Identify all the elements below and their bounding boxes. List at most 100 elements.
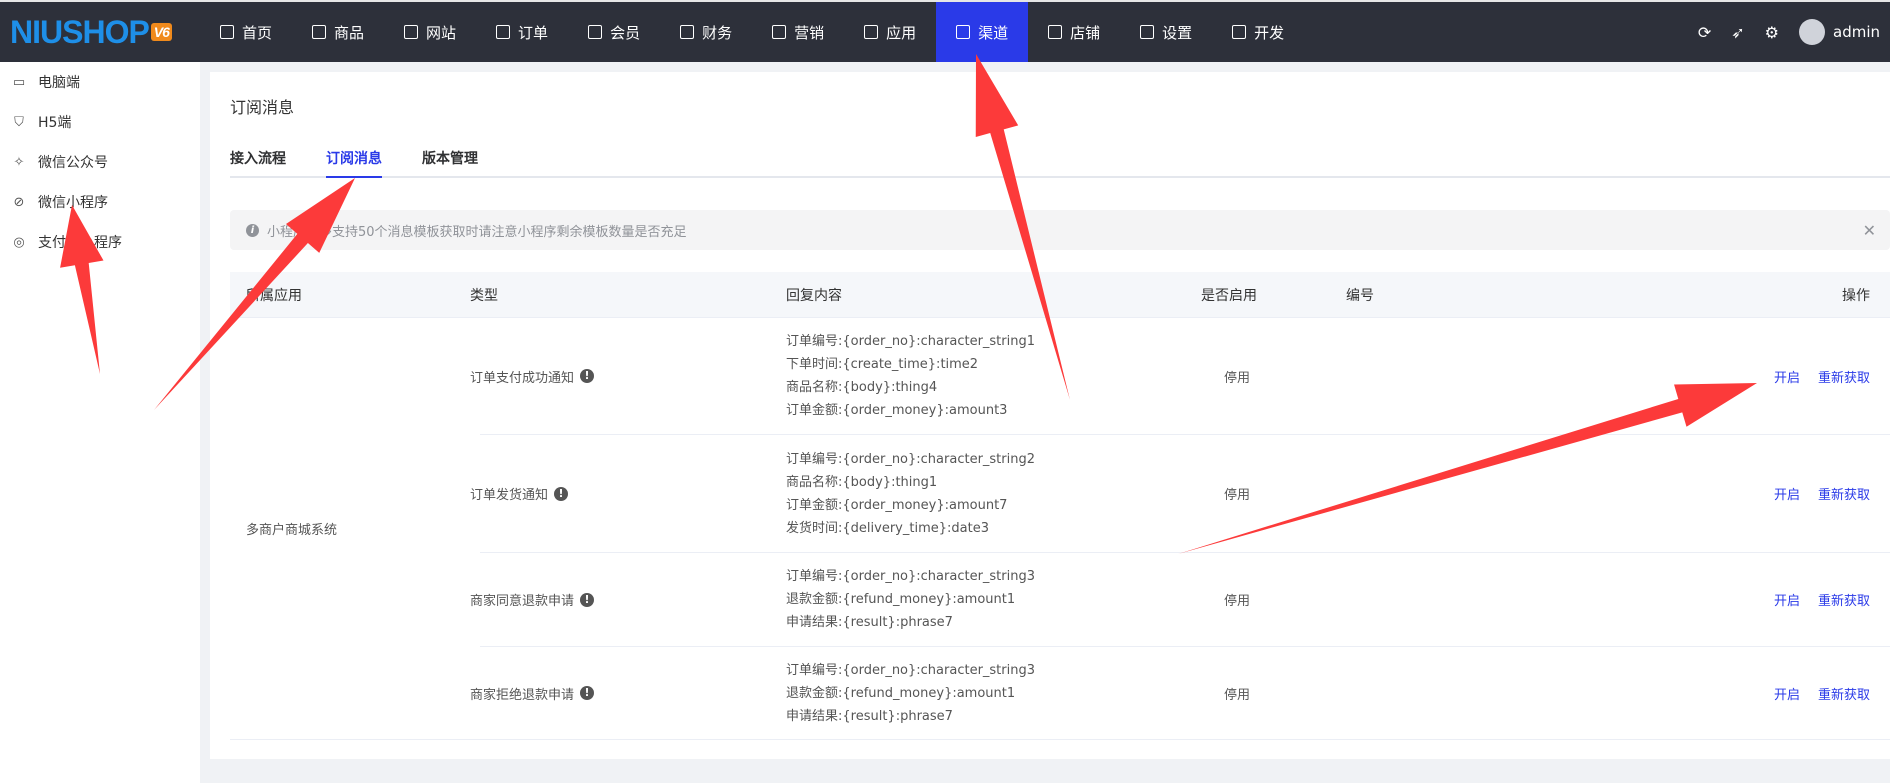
enable-link[interactable]: 开启 bbox=[1774, 367, 1800, 386]
nav-item-7[interactable]: 应用 bbox=[844, 2, 936, 62]
content-cell: 订单编号:{order_no}:character_string2 商品名称:{b… bbox=[786, 435, 1035, 552]
action-cell: 开启 重新获取 bbox=[1756, 318, 1870, 434]
order-icon bbox=[496, 25, 511, 39]
gear-icon[interactable]: ⚙ bbox=[1765, 23, 1779, 42]
sidebar-item-3[interactable]: ⊘ 微信小程序 bbox=[0, 182, 200, 222]
refresh-icon[interactable]: ⟳ bbox=[1698, 23, 1711, 42]
nav-label: 设置 bbox=[1162, 23, 1193, 42]
info-icon[interactable]: ! bbox=[554, 486, 569, 501]
type-text: 订单发货通知 bbox=[470, 488, 549, 503]
app-cell: 多商户商城系统 bbox=[230, 318, 480, 740]
content-cell: 订单编号:{order_no}:character_string3 退款金额:{r… bbox=[786, 647, 1035, 739]
avatar[interactable] bbox=[1799, 19, 1825, 45]
sidebar-icon: ✧ bbox=[13, 154, 25, 170]
nav-item-3[interactable]: 订单 bbox=[476, 2, 568, 62]
username[interactable]: admin bbox=[1833, 23, 1880, 41]
header-enabled: 是否启用 bbox=[1201, 287, 1257, 304]
nav-item-8[interactable]: 渠道 bbox=[936, 2, 1029, 62]
table-row: 订单支付成功通知! 订单编号:{order_no}:character_stri… bbox=[470, 318, 1890, 435]
nav-label: 财务 bbox=[702, 23, 733, 42]
member-icon bbox=[588, 25, 603, 39]
channel-icon bbox=[956, 25, 971, 39]
content-line: 发货时间:{delivery_time}:date3 bbox=[786, 520, 989, 536]
tab-2[interactable]: 版本管理 bbox=[422, 142, 478, 178]
nav-item-11[interactable]: 开发 bbox=[1212, 2, 1304, 62]
nav-label: 商品 bbox=[334, 23, 365, 42]
nav-label: 营销 bbox=[794, 23, 825, 42]
content-line: 订单金额:{order_money}:amount7 bbox=[786, 497, 1008, 513]
nav-right: ⟳ ➶ ⚙ admin bbox=[1698, 19, 1890, 45]
sidebar-label: 电脑端 bbox=[38, 75, 80, 91]
nav-item-5[interactable]: 财务 bbox=[660, 2, 752, 62]
table-row: 订单发货通知! 订单编号:{order_no}:character_string… bbox=[470, 435, 1890, 553]
table-row: 商家拒绝退款申请! 订单编号:{order_no}:character_stri… bbox=[470, 647, 1890, 740]
info-icon[interactable]: ! bbox=[580, 369, 595, 383]
type-cell: 商家拒绝退款申请! bbox=[470, 647, 595, 739]
content-line: 订单编号:{order_no}:character_string1 bbox=[786, 334, 1035, 349]
table-header: 所属应用 类型 回复内容 是否启用 编号 操作 bbox=[230, 272, 1890, 318]
enable-link[interactable]: 开启 bbox=[1774, 484, 1800, 503]
type-cell: 商家同意退款申请! bbox=[470, 553, 595, 646]
top-nav: NIUSHOP V6 首页 商品 网站 订单 会员 财务 营销 应用 渠道 店铺 设置 开发 ⟳ ➶ ⚙… bbox=[0, 0, 1890, 62]
nav-item-10[interactable]: 设置 bbox=[1120, 2, 1212, 62]
content-line: 订单编号:{order_no}:character_string3 bbox=[786, 569, 1035, 584]
sidebar-item-0[interactable]: ▭ 电脑端 bbox=[0, 62, 200, 102]
sidebar-item-1[interactable]: ⛉ H5端 bbox=[0, 102, 200, 142]
refetch-link[interactable]: 重新获取 bbox=[1818, 684, 1870, 703]
info-icon: i bbox=[246, 223, 259, 237]
action-cell: 开启 重新获取 bbox=[1756, 435, 1870, 552]
table-body: 多商户商城系统 订单支付成功通知! 订单编号:{order_no}:charac… bbox=[230, 318, 1890, 740]
info-icon[interactable]: ! bbox=[580, 592, 595, 607]
close-icon[interactable]: ✕ bbox=[1863, 221, 1876, 240]
sidebar-icon: ⛉ bbox=[14, 114, 24, 130]
type-text: 商家拒绝退款申请 bbox=[470, 687, 575, 703]
type-cell: 订单发货通知! bbox=[470, 435, 569, 552]
content-line: 退款金额:{refund_money}:amount1 bbox=[786, 685, 1016, 701]
info-alert: i 小程序最多支持50个消息模板获取时请注意小程序剩余模板数量是否充足 ✕ bbox=[230, 210, 1890, 250]
header-type: 类型 bbox=[470, 287, 498, 304]
type-text: 商家同意退款申请 bbox=[470, 594, 575, 609]
table-row: 商家同意退款申请! 订单编号:{order_no}:character_stri… bbox=[470, 553, 1890, 647]
logo-text: NIUSHOP bbox=[10, 13, 150, 50]
nav-item-2[interactable]: 网站 bbox=[384, 2, 476, 62]
refetch-link[interactable]: 重新获取 bbox=[1818, 367, 1870, 386]
header-code: 编号 bbox=[1346, 287, 1374, 304]
sidebar-label: 支付宝小程序 bbox=[38, 235, 122, 251]
content-line: 订单金额:{order_money}:amount3 bbox=[786, 403, 1008, 418]
refetch-link[interactable]: 重新获取 bbox=[1818, 484, 1870, 503]
header-action: 操作 bbox=[1842, 287, 1870, 304]
status-text: 停用 bbox=[1224, 687, 1251, 703]
action-cell: 开启 重新获取 bbox=[1756, 553, 1870, 646]
tab-1[interactable]: 订阅消息 bbox=[326, 142, 382, 178]
info-icon[interactable]: ! bbox=[580, 686, 595, 700]
rocket-icon[interactable]: ➶ bbox=[1731, 23, 1744, 42]
content-cell: 订单编号:{order_no}:character_string1 下单时间:{c… bbox=[786, 318, 1035, 434]
sidebar: ▭ 电脑端 ⛉ H5端 ✧ 微信公众号 ⊘ 微信小程序 ◎ 支付宝小程序 bbox=[0, 62, 200, 783]
monitor-icon bbox=[220, 25, 234, 39]
nav-item-4[interactable]: 会员 bbox=[568, 2, 660, 62]
refetch-link[interactable]: 重新获取 bbox=[1818, 590, 1870, 609]
nav-item-1[interactable]: 商品 bbox=[292, 2, 384, 62]
sidebar-label: 微信公众号 bbox=[38, 155, 108, 171]
sidebar-item-4[interactable]: ◎ 支付宝小程序 bbox=[0, 222, 200, 262]
header-app: 所属应用 bbox=[246, 287, 302, 304]
sidebar-icon: ⊘ bbox=[13, 194, 25, 210]
content-line: 退款金额:{refund_money}:amount1 bbox=[786, 592, 1016, 607]
content-line: 商品名称:{body}:thing4 bbox=[786, 380, 938, 395]
enable-link[interactable]: 开启 bbox=[1774, 590, 1800, 609]
nav-item-6[interactable]: 营销 bbox=[752, 2, 844, 62]
tab-0[interactable]: 接入流程 bbox=[230, 142, 286, 178]
content-line: 下单时间:{create_time}:time2 bbox=[786, 357, 979, 372]
nav-item-0[interactable]: 首页 bbox=[200, 2, 292, 62]
nav-label: 订单 bbox=[518, 23, 549, 42]
enable-link[interactable]: 开启 bbox=[1774, 684, 1800, 703]
goods-icon bbox=[312, 25, 327, 39]
nav-menu: 首页 商品 网站 订单 会员 财务 营销 应用 渠道 店铺 设置 开发 bbox=[200, 2, 1304, 62]
nav-label: 店铺 bbox=[1070, 23, 1101, 42]
logo[interactable]: NIUSHOP V6 bbox=[0, 14, 200, 51]
nav-item-9[interactable]: 店铺 bbox=[1028, 2, 1120, 62]
sidebar-label: H5端 bbox=[38, 115, 72, 131]
sidebar-item-2[interactable]: ✧ 微信公众号 bbox=[0, 142, 200, 182]
version-badge: V6 bbox=[150, 23, 172, 41]
type-text: 订单支付成功通知 bbox=[470, 370, 575, 386]
